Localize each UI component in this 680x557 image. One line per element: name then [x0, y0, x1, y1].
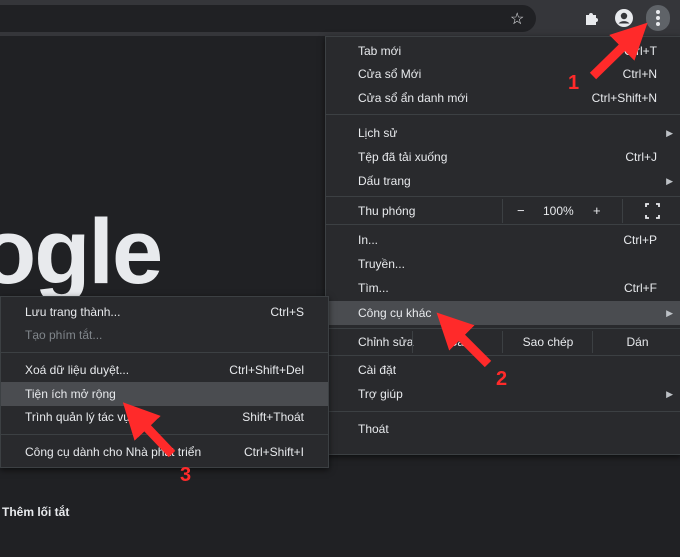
separator [326, 114, 680, 115]
separator [326, 411, 680, 412]
account-icon[interactable] [614, 8, 634, 28]
menu-more-tools[interactable]: Công cụ khác ▶ [326, 301, 680, 325]
chevron-right-icon: ▶ [666, 176, 673, 186]
separator [326, 224, 680, 225]
chevron-right-icon: ▶ [666, 128, 673, 138]
menu-history[interactable]: Lịch sử ▶ [326, 122, 680, 144]
kebab-menu-icon[interactable] [646, 5, 670, 31]
separator [326, 355, 680, 356]
submenu-save-page[interactable]: Lưu trang thành... Ctrl+S [1, 301, 328, 323]
fullscreen-icon [645, 203, 660, 219]
submenu-task-manager[interactable]: Trình quản lý tác vụ Shift+Thoát [1, 406, 328, 428]
menu-cast[interactable]: Truyền... [326, 253, 680, 275]
zoom-level: 100% [543, 204, 574, 218]
submenu-create-shortcut: Tạo phím tắt... [25, 328, 103, 342]
chevron-right-icon: ▶ [666, 389, 673, 399]
zoom-out-button[interactable]: − [517, 199, 525, 223]
separator [326, 328, 680, 329]
submenu-dev-tools[interactable]: Công cụ dành cho Nhà phát triển Ctrl+Shif… [1, 441, 328, 463]
address-bar[interactable] [0, 5, 536, 32]
menu-print[interactable]: In... Ctrl+P [326, 229, 680, 251]
menu-find[interactable]: Tìm... Ctrl+F [326, 277, 680, 299]
step-2-label: 2 [496, 368, 508, 390]
separator [1, 434, 328, 435]
fullscreen-button[interactable] [622, 199, 680, 223]
paste-button[interactable]: Dán [592, 331, 680, 353]
step-1-label: 1 [568, 72, 580, 94]
separator [1, 352, 328, 353]
star-icon[interactable]: ☆ [510, 9, 524, 29]
google-logo: ogle [0, 201, 163, 303]
menu-new-tab[interactable]: Tab mới Ctrl+T [326, 40, 680, 62]
cut-button[interactable]: Cắt [412, 331, 503, 353]
separator [326, 196, 680, 197]
zoom-in-button[interactable]: + [593, 199, 601, 223]
copy-button[interactable]: Sao chép [502, 331, 593, 353]
chevron-right-icon: ▶ [666, 308, 673, 318]
menu-bookmarks[interactable]: Dấu trang ▶ [326, 170, 680, 192]
chrome-main-menu: Tab mới Ctrl+T Cửa sổ Mới Ctrl+N Cửa sổ ẩn… [325, 36, 680, 455]
submenu-extensions[interactable]: Tiện ích mở rộng [1, 382, 328, 406]
menu-incognito[interactable]: Cửa sổ ẩn danh mới Ctrl+Shift+N [326, 87, 680, 109]
step-3-label: 3 [180, 464, 192, 486]
zoom-controls: − 100% + [502, 199, 603, 223]
menu-new-window[interactable]: Cửa sổ Mới Ctrl+N [326, 63, 680, 85]
browser-toolbar: ☆ [0, 0, 680, 36]
add-shortcut-label[interactable]: Thêm lối tắt [2, 505, 69, 519]
submenu-clear-data[interactable]: Xoá dữ liệu duyệt... Ctrl+Shift+Del [1, 359, 328, 381]
menu-exit[interactable]: Thoát [326, 418, 680, 440]
more-tools-submenu: Lưu trang thành... Ctrl+S Tạo phím tắt...… [0, 296, 329, 468]
menu-downloads[interactable]: Tệp đã tải xuống Ctrl+J [326, 146, 680, 168]
puzzle-icon[interactable] [582, 8, 602, 28]
